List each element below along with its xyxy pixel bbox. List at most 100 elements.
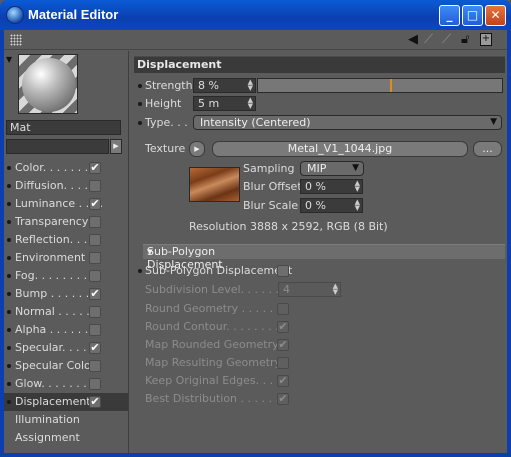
channel-item[interactable]: Normal . . . . . . <box>4 303 128 321</box>
subpolygon-checkbox[interactable] <box>277 265 289 277</box>
subpoly-option-checkbox[interactable]: ✔ <box>277 393 289 405</box>
subpoly-option-label: Best Distribution . . . . . . <box>145 392 279 405</box>
channel-checkbox[interactable]: ✔ <box>89 198 101 210</box>
material-secondary-field[interactable] <box>6 139 109 154</box>
window-title: Material Editor <box>28 7 119 22</box>
channel-checkbox[interactable] <box>89 360 101 372</box>
new-window-icon[interactable]: + <box>480 33 492 46</box>
channel-checkbox[interactable]: ✔ <box>89 396 101 408</box>
grip-icon[interactable] <box>10 34 22 46</box>
channel-checkbox[interactable]: ✔ <box>89 288 101 300</box>
app-logo-icon <box>6 6 24 24</box>
material-name-field[interactable]: Mat <box>6 120 121 135</box>
subpoly-option-checkbox[interactable] <box>277 303 289 315</box>
browse-button[interactable]: ... <box>473 141 502 157</box>
channel-checkbox[interactable]: ✔ <box>89 162 101 174</box>
channel-item[interactable]: Specular Color <box>4 357 128 375</box>
channel-checkbox[interactable] <box>89 216 101 228</box>
channel-checkbox[interactable]: ✔ <box>89 342 101 354</box>
channel-item[interactable]: Displacement ✔ <box>4 393 128 411</box>
blur-offset-input[interactable]: 0 % ▲ ▼ <box>300 179 363 194</box>
tab-label: Illumination <box>15 413 80 426</box>
channel-item[interactable]: Glow. . . . . . . . <box>4 375 128 393</box>
lock-icon[interactable]: 🔓︎ <box>461 32 469 48</box>
channel-item[interactable]: Transparency <box>4 213 128 231</box>
subpolygon-group-header[interactable]: ▾ Sub-Polygon Displacement <box>143 244 505 271</box>
channel-checkbox[interactable] <box>89 234 101 246</box>
subpoly-option-label: Keep Original Edges. . . . <box>145 374 281 387</box>
height-input[interactable]: 5 m ▲ ▼ <box>193 96 256 111</box>
channel-checkbox[interactable] <box>89 270 101 282</box>
toolbar: ◀ ⟋ ⟋ 🔓︎ + <box>4 30 507 50</box>
channel-item[interactable]: Alpha . . . . . . . <box>4 321 128 339</box>
channel-label: Transparency <box>15 215 89 228</box>
tab-illumination[interactable]: Illumination <box>4 411 128 429</box>
texture-thumbnail[interactable] <box>189 167 240 202</box>
anim-dot[interactable] <box>7 364 11 368</box>
type-dropdown[interactable]: Intensity (Centered) ▼ <box>193 115 502 130</box>
maximize-button[interactable]: □ <box>462 5 483 26</box>
channel-item[interactable]: Bump . . . . . . . ✔ <box>4 285 128 303</box>
material-menu-arrow-icon[interactable]: ▼ <box>6 55 12 64</box>
anim-dot[interactable] <box>7 400 11 404</box>
texture-menu-button[interactable]: ▶ <box>189 141 205 157</box>
subpoly-option-label: Round Contour. . . . . . . . <box>145 320 279 333</box>
channel-checkbox[interactable] <box>89 180 101 192</box>
channel-label: Color. . . . . . . . <box>15 161 96 174</box>
type-anim-dot[interactable] <box>138 121 142 125</box>
anim-dot[interactable] <box>7 346 11 350</box>
sampling-dropdown[interactable]: MIP ▼ <box>300 161 364 176</box>
material-preview[interactable] <box>18 54 78 114</box>
channel-label: Specular. . . . . . <box>15 341 101 354</box>
channel-checkbox[interactable] <box>89 252 101 264</box>
anim-dot[interactable] <box>7 292 11 296</box>
subpoly-option-checkbox[interactable]: ✔ <box>277 339 289 351</box>
channel-item[interactable]: Color. . . . . . . . ✔ <box>4 159 128 177</box>
channel-item[interactable]: Luminance . . . . ✔ <box>4 195 128 213</box>
forward-arrow-icon[interactable]: ⟋ <box>424 32 433 48</box>
anim-dot[interactable] <box>7 256 11 260</box>
window-frame-right <box>507 30 511 457</box>
channel-item[interactable]: Fog. . . . . . . . . <box>4 267 128 285</box>
channel-item[interactable]: Reflection. . . . <box>4 231 128 249</box>
anim-dot[interactable] <box>7 220 11 224</box>
channel-checkbox[interactable] <box>89 306 101 318</box>
anim-dot[interactable] <box>7 166 11 170</box>
anim-dot[interactable] <box>7 202 11 206</box>
subpoly-option-checkbox[interactable]: ✔ <box>277 321 289 333</box>
strength-anim-dot[interactable] <box>138 84 142 88</box>
channel-panel: ▼ Mat ▶ Color. . . . . . . . ✔ Diffusion. … <box>4 51 129 453</box>
height-anim-dot[interactable] <box>138 102 142 106</box>
anim-dot[interactable] <box>7 382 11 386</box>
minimize-button[interactable]: _ <box>439 5 460 26</box>
back-arrow-icon[interactable]: ◀ <box>408 32 418 48</box>
up-arrow-icon[interactable]: ⟋ <box>442 32 451 48</box>
sampling-label: Sampling <box>243 162 295 175</box>
subpoly-option-checkbox[interactable]: ✔ <box>277 375 289 387</box>
subpolygon-anim-dot[interactable] <box>138 269 142 273</box>
channel-checkbox[interactable] <box>89 378 101 390</box>
channel-label: Diffusion. . . . . <box>15 179 96 192</box>
slider-handle[interactable] <box>390 79 392 92</box>
anim-dot[interactable] <box>7 274 11 278</box>
anim-dot[interactable] <box>7 328 11 332</box>
material-expand-button[interactable]: ▶ <box>110 139 122 154</box>
subpoly-option-checkbox[interactable] <box>277 357 289 369</box>
subdivision-input[interactable]: 4 ▲ ▼ <box>278 282 341 297</box>
channel-item[interactable]: Specular. . . . . . ✔ <box>4 339 128 357</box>
tab-assignment[interactable]: Assignment <box>4 429 128 447</box>
anim-dot[interactable] <box>7 310 11 314</box>
attributes-panel: Displacement Strength 8 % ▲ ▼ Height 5 m ▲ ▼… <box>130 51 507 453</box>
texture-file-button[interactable]: Metal_V1_1044.jpg <box>212 141 468 157</box>
close-button[interactable]: ✕ <box>485 5 506 26</box>
channel-checkbox[interactable] <box>89 324 101 336</box>
strength-input[interactable]: 8 % ▲ ▼ <box>193 78 256 93</box>
strength-slider[interactable] <box>257 78 503 93</box>
subpoly-option-label: Map Rounded Geometry . <box>145 338 286 351</box>
channel-item[interactable]: Diffusion. . . . . <box>4 177 128 195</box>
anim-dot[interactable] <box>7 184 11 188</box>
blur-scale-input[interactable]: 0 % ▲ ▼ <box>300 198 363 213</box>
anim-dot[interactable] <box>7 238 11 242</box>
channel-item[interactable]: Environment <box>4 249 128 267</box>
texture-label: Texture <box>145 142 186 155</box>
